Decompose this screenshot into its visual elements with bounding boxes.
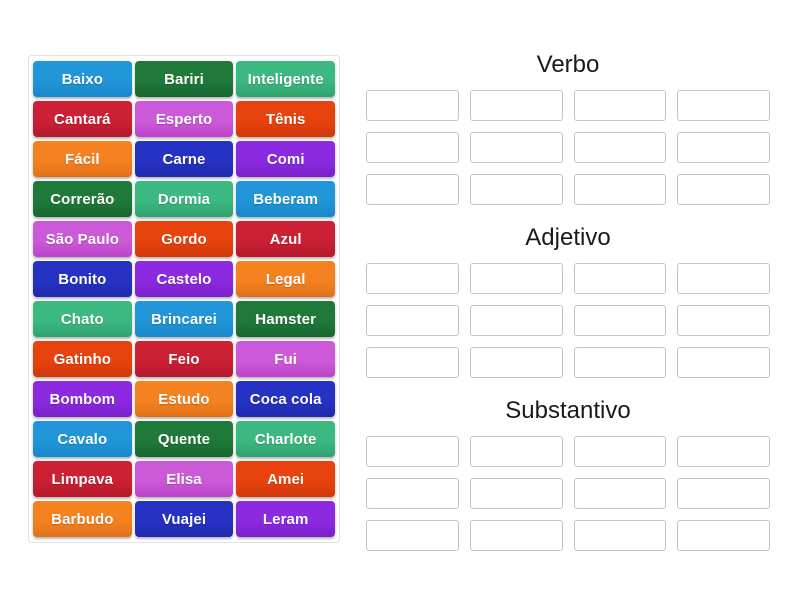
word-tile[interactable]: Inteligente: [236, 61, 335, 97]
word-tile[interactable]: Cavalo: [33, 421, 132, 457]
drop-slot[interactable]: [677, 263, 770, 294]
drop-slot[interactable]: [573, 520, 667, 551]
word-tile[interactable]: Vuajei: [134, 501, 234, 537]
drop-slot[interactable]: [573, 305, 667, 336]
drop-slot[interactable]: [677, 132, 770, 163]
drop-slot[interactable]: [677, 436, 770, 467]
word-tile[interactable]: Gatinho: [33, 341, 132, 377]
drop-slot[interactable]: [366, 174, 459, 205]
word-tile[interactable]: Castelo: [134, 261, 234, 297]
word-bank-panel: Baixo Bariri Inteligente Cantará Esperto Têni…: [28, 55, 340, 543]
group-verbo: Verbo: [366, 50, 770, 205]
word-tile[interactable]: Bonito: [33, 261, 132, 297]
drop-slot[interactable]: [366, 132, 459, 163]
word-tile[interactable]: Azul: [236, 221, 335, 257]
group-adjetivo: Adjetivo: [366, 223, 770, 378]
drop-slot[interactable]: [573, 347, 667, 378]
drop-slot[interactable]: [677, 174, 770, 205]
word-tile[interactable]: Tênis: [236, 101, 335, 137]
drop-slot[interactable]: [366, 263, 459, 294]
word-tile[interactable]: Baixo: [33, 61, 132, 97]
group-title-substantivo: Substantivo: [505, 397, 631, 424]
drop-slot[interactable]: [469, 520, 563, 551]
drop-slot[interactable]: [469, 132, 563, 163]
word-tile[interactable]: Leram: [236, 501, 335, 537]
drop-slot[interactable]: [469, 263, 563, 294]
word-tile[interactable]: Fui: [236, 341, 335, 377]
word-tile-grid: Baixo Bariri Inteligente Cantará Esperto Têni…: [33, 61, 335, 537]
word-tile[interactable]: Cantará: [33, 101, 132, 137]
word-tile[interactable]: Bariri: [134, 61, 234, 97]
group-title-verbo: Verbo: [536, 51, 600, 78]
word-tile[interactable]: Fácil: [33, 141, 132, 177]
drop-slot[interactable]: [366, 347, 459, 378]
word-tile[interactable]: Chato: [33, 301, 132, 337]
word-tile[interactable]: Carne: [134, 141, 234, 177]
drop-slot[interactable]: [366, 520, 459, 551]
word-tile[interactable]: Barbudo: [33, 501, 132, 537]
drop-slot[interactable]: [573, 263, 667, 294]
drop-slot[interactable]: [677, 478, 770, 509]
word-tile[interactable]: Estudo: [134, 381, 234, 417]
slot-grid-verbo: [366, 90, 770, 205]
drop-slot[interactable]: [469, 436, 563, 467]
word-tile[interactable]: Esperto: [134, 101, 234, 137]
word-tile[interactable]: Bombom: [33, 381, 132, 417]
drop-slot[interactable]: [677, 90, 770, 121]
drop-slot[interactable]: [366, 478, 459, 509]
word-tile[interactable]: Quente: [134, 421, 234, 457]
word-tile[interactable]: Gordo: [134, 221, 234, 257]
word-tile[interactable]: Beberam: [236, 181, 335, 217]
word-tile[interactable]: Correrão: [33, 181, 132, 217]
drop-slot[interactable]: [677, 305, 770, 336]
word-tile[interactable]: Limpava: [33, 461, 132, 497]
drop-slot[interactable]: [573, 174, 667, 205]
drop-slot[interactable]: [573, 90, 667, 121]
word-tile[interactable]: Brincarei: [134, 301, 234, 337]
word-tile[interactable]: Charlote: [236, 421, 335, 457]
drop-slot[interactable]: [573, 132, 667, 163]
group-sort-activity: Baixo Bariri Inteligente Cantará Esperto Têni…: [0, 0, 800, 600]
drop-slot[interactable]: [366, 90, 459, 121]
drop-slot[interactable]: [677, 347, 770, 378]
group-substantivo: Substantivo: [366, 396, 770, 551]
drop-slot[interactable]: [573, 478, 667, 509]
drop-slot[interactable]: [469, 90, 563, 121]
word-tile[interactable]: Amei: [236, 461, 335, 497]
drop-slot[interactable]: [469, 174, 563, 205]
slot-grid-adjetivo: [366, 263, 770, 378]
word-tile[interactable]: Elisa: [134, 461, 234, 497]
word-tile[interactable]: Legal: [236, 261, 335, 297]
group-title-adjetivo: Adjetivo: [525, 224, 611, 251]
drop-slot[interactable]: [469, 347, 563, 378]
drop-slot[interactable]: [469, 305, 563, 336]
drop-slot[interactable]: [366, 436, 459, 467]
word-tile[interactable]: Comi: [236, 141, 335, 177]
word-tile[interactable]: Feio: [134, 341, 234, 377]
word-tile[interactable]: Hamster: [236, 301, 335, 337]
drop-slot[interactable]: [677, 520, 770, 551]
drop-slot[interactable]: [366, 305, 459, 336]
drop-slot[interactable]: [469, 478, 563, 509]
drop-slot[interactable]: [573, 436, 667, 467]
word-tile[interactable]: Dormia: [134, 181, 234, 217]
word-tile[interactable]: São Paulo: [33, 221, 132, 257]
word-tile[interactable]: Coca cola: [236, 381, 335, 417]
slot-grid-substantivo: [366, 436, 770, 551]
